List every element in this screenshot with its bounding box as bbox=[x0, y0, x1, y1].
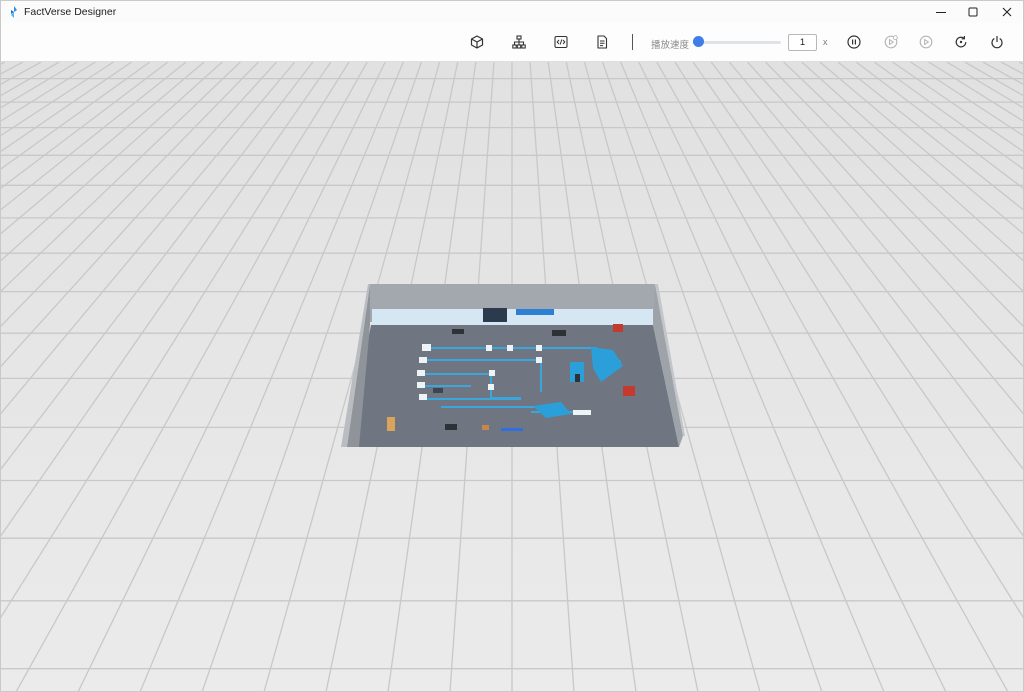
forklift-back bbox=[613, 324, 623, 332]
reset-button[interactable] bbox=[951, 32, 971, 52]
app-window: FactVerse Designer 播放速度 1 x bbox=[0, 0, 1024, 692]
playback-speed-unit: x bbox=[823, 37, 828, 47]
control-cabinet bbox=[575, 374, 580, 382]
machine-block bbox=[452, 329, 464, 334]
slider-thumb[interactable] bbox=[692, 36, 704, 47]
playback-speed-slider[interactable] bbox=[689, 36, 783, 48]
code-icon bbox=[554, 35, 568, 49]
toolbar-divider bbox=[632, 34, 633, 50]
playback-speed-input[interactable]: 1 bbox=[788, 34, 817, 51]
play-icon bbox=[919, 35, 933, 49]
close-button[interactable] bbox=[990, 1, 1023, 23]
playback-speed-label: 播放速度 bbox=[651, 40, 690, 51]
machine-block bbox=[552, 330, 566, 336]
close-icon bbox=[1002, 7, 1012, 17]
script-button[interactable] bbox=[551, 32, 571, 52]
scene-viewport[interactable] bbox=[1, 62, 1023, 692]
play-settings-button[interactable] bbox=[881, 32, 901, 52]
power-button[interactable] bbox=[987, 32, 1007, 52]
machine-block bbox=[433, 388, 443, 393]
play-settings-icon bbox=[884, 35, 898, 49]
minimize-icon bbox=[936, 12, 946, 13]
reset-icon bbox=[955, 36, 967, 48]
window-title: FactVerse Designer bbox=[24, 6, 117, 18]
play-button[interactable] bbox=[916, 32, 936, 52]
slider-track bbox=[693, 41, 781, 44]
maximize-icon bbox=[968, 7, 978, 17]
document-icon bbox=[597, 35, 608, 49]
pause-button[interactable] bbox=[844, 32, 864, 52]
hierarchy-button[interactable] bbox=[509, 32, 529, 52]
blue-rail bbox=[501, 428, 523, 431]
scene-canvas[interactable] bbox=[1, 62, 1023, 692]
info-banner bbox=[516, 309, 554, 315]
title-bar[interactable]: FactVerse Designer bbox=[1, 1, 1023, 23]
cube-icon bbox=[470, 35, 484, 49]
info-board bbox=[483, 308, 507, 322]
toolbar: 播放速度 1 x bbox=[1, 23, 1023, 62]
document-button[interactable] bbox=[592, 32, 612, 52]
pallet-stack bbox=[445, 424, 457, 430]
forklift-front bbox=[623, 386, 635, 396]
maximize-button[interactable] bbox=[956, 1, 990, 23]
crate-stack bbox=[387, 417, 395, 431]
power-icon bbox=[991, 36, 1003, 49]
minimize-button[interactable] bbox=[924, 1, 958, 23]
factory-model[interactable] bbox=[341, 284, 685, 447]
hierarchy-icon bbox=[512, 35, 526, 49]
crate bbox=[482, 425, 489, 430]
model-button[interactable] bbox=[467, 32, 487, 52]
pause-icon bbox=[847, 35, 861, 49]
factverse-logo-icon bbox=[11, 6, 17, 18]
